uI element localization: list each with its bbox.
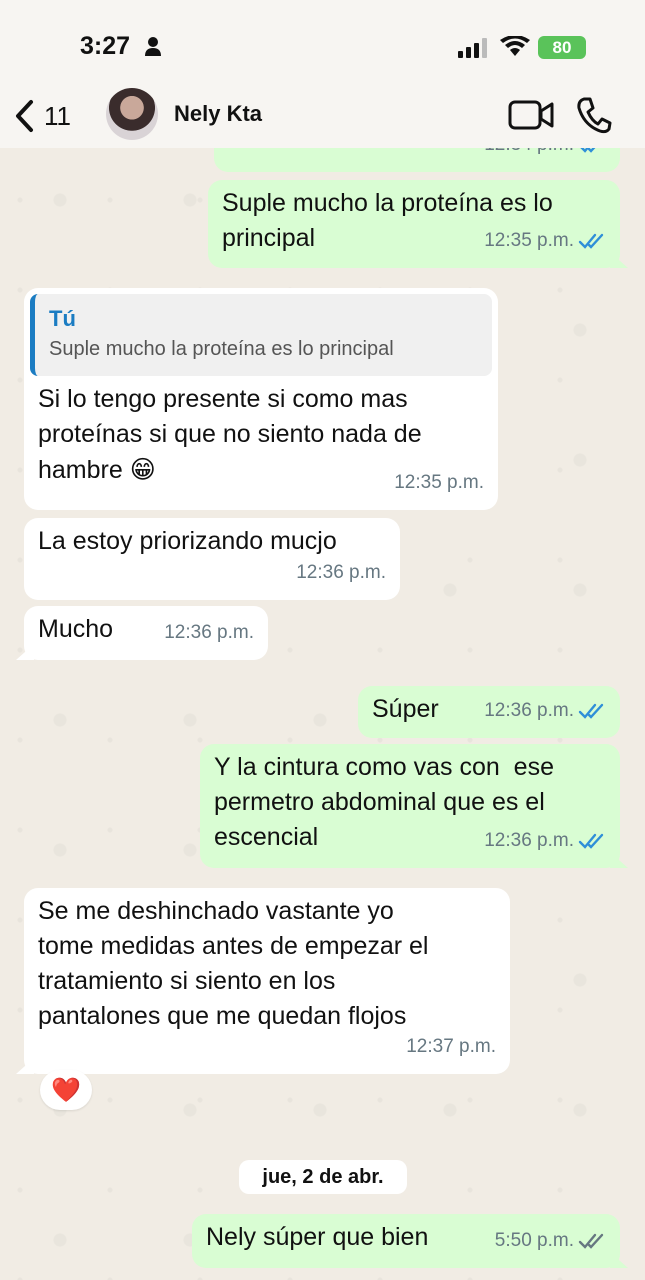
message-bubble-incoming[interactable]: La estoy priorizando mucjo 12:36 p.m. [24,518,400,600]
quote-author: Tú [49,306,76,331]
heart-reaction[interactable]: ❤️ [40,1070,92,1110]
cellular-signal-icon [458,38,487,58]
message-bubble-incoming[interactable]: Mucho 12:36 p.m. [24,606,268,660]
message-bubble-outgoing[interactable]: Suple mucho la proteína es lo principal … [208,180,620,268]
chevron-left-icon [16,100,33,132]
video-call-icon[interactable] [508,98,554,132]
person-icon [145,37,161,56]
unread-count: 11 [44,100,71,131]
message-time: 12:36 p.m. [484,700,574,721]
message-meta: 5:50 p.m. [495,1223,606,1258]
status-time: 3:27 [80,32,131,60]
message-text: La estoy priorizando mucjo [38,527,337,555]
date-separator: jue, 2 de abr. [239,1160,407,1194]
back-button[interactable]: 11 [14,94,94,138]
message-time: 12:35 p.m. [394,472,484,493]
battery-level: 80 [552,37,572,57]
message-time: 12:37 p.m. [406,1036,496,1057]
nav-row: 11 Nely Kta [0,88,645,144]
status-bar: 3:27 80 [0,0,645,90]
contact-avatar[interactable] [106,88,158,140]
message-time: 12:35 p.m. [484,230,574,251]
message-meta: 12:36 p.m. [484,693,606,728]
phone-call-icon[interactable] [576,96,612,134]
message-meta: 12:36 p.m. [296,555,386,590]
message-meta: 12:35 p.m. [484,223,606,258]
message-time: 12:36 p.m. [296,562,386,583]
quoted-message[interactable]: Tú Suple mucho la proteína es lo princip… [30,294,492,376]
message-bubble-outgoing[interactable]: Nely súper que bien 5:50 p.m. [192,1214,620,1268]
message-text: Se me deshinchado vastante yo tome medid… [38,897,429,1030]
message-meta: 12:36 p.m. [164,615,254,650]
message-meta: 12:35 p.m. [394,465,484,500]
contact-name[interactable]: Nely Kta [174,101,262,127]
grinning-face-emoji: 😁 [129,455,156,484]
battery-indicator: 80 [538,36,586,59]
read-ticks-icon [578,703,604,719]
message-bubble-incoming[interactable]: Se me deshinchado vastante yo tome medid… [24,888,510,1074]
wifi-icon [500,36,530,56]
date-label: jue, 2 de abr. [262,1165,384,1188]
message-bubble-outgoing[interactable]: Y la cintura como vas con ese permetro a… [200,744,620,868]
chat-header: 3:27 80 11 Nely Kta [0,0,645,148]
message-bubble-outgoing[interactable]: Súper 12:36 p.m. [358,686,620,738]
read-ticks-icon [578,233,604,249]
delivered-ticks-icon [578,1233,604,1249]
read-ticks-icon [578,833,604,849]
message-bubble-incoming[interactable]: Tú Suple mucho la proteína es lo princip… [24,288,498,510]
message-time: 12:36 p.m. [484,830,574,851]
quote-text: Suple mucho la proteína es lo principal [49,338,394,360]
message-time: 5:50 p.m. [494,1230,574,1251]
message-meta: 12:36 p.m. [484,823,606,858]
message-time: 12:36 p.m. [164,622,254,643]
message-text: Si lo tengo presente si como mas proteín… [38,385,422,484]
red-heart-icon: ❤️ [51,1076,81,1104]
message-meta: 12:37 p.m. [406,1029,496,1064]
